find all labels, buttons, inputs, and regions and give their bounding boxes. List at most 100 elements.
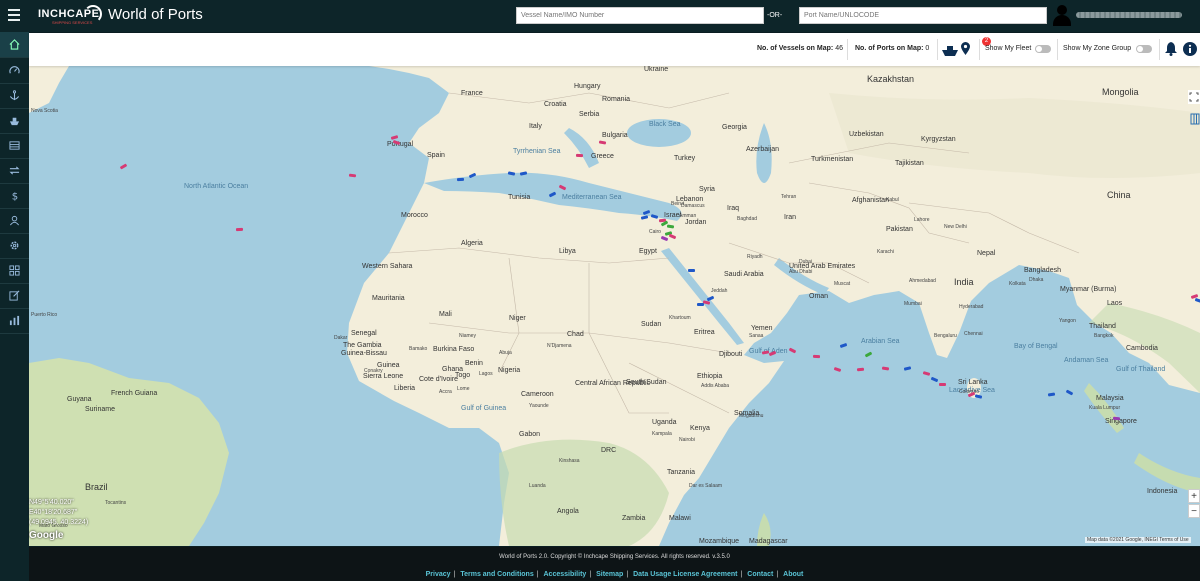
sidebar: $: [0, 32, 29, 581]
world-map[interactable]: Kazakhstan Ukraine Mongolia Romania France Cr…: [29, 33, 1200, 546]
country-label: China: [1107, 190, 1131, 200]
city-label: Accra: [439, 389, 452, 395]
city-label: Addis Ababa: [701, 383, 730, 389]
country-label: Cambodia: [1126, 345, 1158, 352]
sea-label: Andaman Sea: [1064, 357, 1109, 364]
user-name-blurred[interactable]: [1076, 12, 1182, 18]
hamburger-menu-icon[interactable]: [8, 9, 20, 22]
country-label: Mali: [439, 311, 452, 318]
avatar[interactable]: [1053, 5, 1071, 26]
ship-icon[interactable]: [0, 108, 29, 134]
vessel-marker[interactable]: [939, 383, 946, 386]
city-label: Beirut: [671, 201, 685, 207]
vessel-marker[interactable]: [687, 268, 696, 273]
country-label: Iraq: [727, 205, 740, 212]
vessel-marker[interactable]: [812, 354, 821, 359]
country-label: Bangladesh: [1024, 267, 1061, 274]
sea-label: Tyrrhenian Sea: [513, 148, 561, 155]
city-label: Lagos: [479, 371, 493, 377]
data-usage-link[interactable]: Data Usage License Agreement: [630, 571, 740, 578]
country-label: Western Sahara: [362, 263, 413, 270]
vessel-marker[interactable]: [456, 177, 465, 182]
privacy-link[interactable]: Privacy: [423, 571, 454, 578]
vessel-search-input[interactable]: [516, 7, 764, 24]
country-label: Hungary: [574, 83, 601, 90]
copyright-text: World of Ports 2.0. Copyright © Inchcape…: [499, 554, 730, 560]
list-icon[interactable]: [0, 133, 29, 159]
country-label: Azerbaijan: [746, 146, 780, 153]
show-zone-group-toggle[interactable]: [1136, 45, 1152, 53]
vessel-marker[interactable]: [1112, 416, 1121, 421]
home-icon[interactable]: [0, 32, 29, 58]
country-label: Nepal: [977, 250, 996, 257]
country-label: Malawi: [669, 515, 691, 522]
gear-icon[interactable]: [0, 233, 29, 259]
zoom-out-button[interactable]: −: [1188, 504, 1200, 518]
country-label: Ethiopia: [697, 373, 723, 380]
sea-label: Bay of Bengal: [1014, 343, 1058, 350]
terms-link[interactable]: Terms and Conditions: [457, 571, 536, 578]
country-label: Central African Republic: [575, 380, 651, 387]
country-label: Cote d'Ivoire: [419, 376, 459, 383]
info-icon[interactable]: [1183, 42, 1197, 56]
country-label: Suriname: [85, 406, 115, 413]
city-label: Muscat: [834, 281, 851, 287]
city-label: Lome: [457, 386, 470, 392]
chart-icon[interactable]: [0, 308, 29, 334]
country-label: Chad: [567, 331, 584, 338]
country-label: Tajikistan: [895, 160, 924, 167]
grid-icon[interactable]: [0, 258, 29, 284]
country-label: Eritrea: [694, 329, 715, 336]
country-label: Singapore: [1105, 418, 1137, 425]
city-label: Conakry: [364, 368, 383, 374]
vessel-marker[interactable]: [575, 153, 584, 158]
country-label: India: [954, 277, 974, 287]
bell-icon[interactable]: [1165, 42, 1177, 56]
transfer-icon[interactable]: [0, 158, 29, 184]
city-label: Khartoum: [669, 315, 691, 321]
country-label: Sri Lanka: [958, 379, 988, 386]
country-label: Malaysia: [1096, 395, 1124, 402]
country-label: Thailand: [1089, 323, 1116, 330]
contact-link[interactable]: Contact: [744, 571, 776, 578]
map-attribution[interactable]: Map data ©2021 Google, INEGI Terms of Us…: [1085, 537, 1191, 543]
user-icon[interactable]: [0, 208, 29, 234]
about-link[interactable]: About: [780, 571, 806, 578]
zoom-in-button[interactable]: +: [1188, 489, 1200, 503]
vessel-marker[interactable]: [856, 367, 865, 372]
show-fleet-toggle[interactable]: [1035, 45, 1051, 53]
edit-icon[interactable]: [0, 283, 29, 309]
vessel-marker[interactable]: [235, 227, 244, 232]
city-label: Ahmedabad: [909, 278, 936, 284]
country-label: Ukraine: [644, 66, 669, 73]
country-label: Serbia: [579, 111, 600, 118]
vessel-marker[interactable]: [696, 302, 705, 307]
country-label: Niger: [509, 315, 526, 322]
city-label: Mogadishu: [739, 413, 764, 419]
anchor-icon[interactable]: [0, 83, 29, 109]
city-label: Bamako: [409, 346, 428, 352]
port-search-input[interactable]: [799, 7, 1047, 24]
country-label: France: [461, 90, 483, 97]
fullscreen-button[interactable]: [1188, 90, 1200, 104]
country-label: DRC: [601, 447, 617, 454]
inchcape-logo[interactable]: INCHCAPE SHIPPING SERVICES: [38, 5, 102, 27]
country-label: French Guiana: [111, 390, 158, 397]
location-pin-icon[interactable]: [961, 42, 970, 55]
country-label: Georgia: [722, 124, 747, 131]
sea-label: Mediterranean Sea: [562, 194, 622, 201]
dollar-icon[interactable]: $: [0, 183, 29, 209]
country-label: Spain: [427, 152, 445, 159]
map-layers-icon[interactable]: [1190, 112, 1200, 125]
city-label: Tocantins: [105, 500, 127, 506]
sitemap-link[interactable]: Sitemap: [593, 571, 626, 578]
city-label: Dar es Salaam: [689, 483, 723, 489]
city-label: Kampala: [652, 431, 672, 437]
city-label: Puerto Rico: [31, 312, 58, 318]
dashboard-icon[interactable]: [0, 58, 29, 84]
city-label: Luanda: [529, 483, 546, 489]
fleet-ship-icon[interactable]: [941, 44, 959, 56]
accessibility-link[interactable]: Accessibility: [541, 571, 590, 578]
city-label: Dubai: [799, 259, 813, 265]
top-bar: INCHCAPE SHIPPING SERVICES World of Port…: [0, 0, 1200, 32]
